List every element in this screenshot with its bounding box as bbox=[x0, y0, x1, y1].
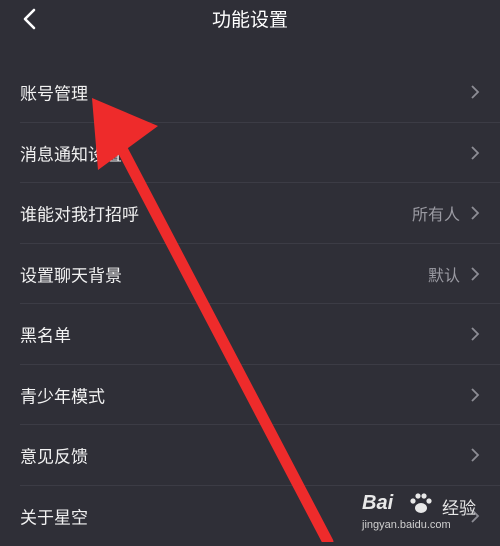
settings-item-label: 黑名单 bbox=[20, 322, 71, 347]
chevron-right-icon bbox=[470, 145, 480, 161]
settings-item-label: 青少年模式 bbox=[20, 382, 105, 407]
settings-item-greeting-permission[interactable]: 谁能对我打招呼 所有人 bbox=[0, 183, 500, 244]
settings-item-label: 账号管理 bbox=[20, 80, 88, 105]
chevron-right-icon bbox=[470, 205, 480, 221]
page-title: 功能设置 bbox=[0, 5, 500, 32]
settings-item-value: 默认 bbox=[428, 262, 460, 286]
chevron-right-icon bbox=[470, 447, 480, 463]
paw-logo-icon bbox=[408, 492, 434, 516]
watermark-url: jingyan.baidu.com bbox=[362, 519, 451, 531]
settings-item-label: 意见反馈 bbox=[20, 443, 88, 468]
baidu-jingyan-watermark: Bai 经验 jingyan.baidu.com bbox=[360, 492, 490, 536]
chevron-right-icon bbox=[470, 326, 480, 342]
settings-item-label: 关于星空 bbox=[20, 503, 88, 528]
settings-item-chat-background[interactable]: 设置聊天背景 默认 bbox=[0, 244, 500, 305]
settings-item-teen-mode[interactable]: 青少年模式 bbox=[0, 365, 500, 426]
settings-item-label: 谁能对我打招呼 bbox=[20, 201, 139, 226]
settings-list: 账号管理 消息通知设置 谁能对我打招呼 所有人 设置聊天背景 默认 黑名单 青少… bbox=[0, 62, 500, 546]
chevron-right-icon bbox=[470, 387, 480, 403]
settings-item-notifications[interactable]: 消息通知设置 bbox=[0, 123, 500, 184]
settings-item-feedback[interactable]: 意见反馈 bbox=[0, 425, 500, 486]
watermark-cn: 经验 bbox=[442, 494, 476, 519]
settings-item-label: 设置聊天背景 bbox=[20, 261, 122, 286]
chevron-right-icon bbox=[470, 84, 480, 100]
watermark-brand: Bai bbox=[362, 492, 393, 515]
chevron-right-icon bbox=[470, 266, 480, 282]
settings-item-account[interactable]: 账号管理 bbox=[0, 62, 500, 123]
settings-item-value: 所有人 bbox=[412, 201, 460, 225]
header-bar: 功能设置 bbox=[0, 0, 500, 40]
settings-item-label: 消息通知设置 bbox=[20, 140, 122, 165]
settings-item-blacklist[interactable]: 黑名单 bbox=[0, 304, 500, 365]
